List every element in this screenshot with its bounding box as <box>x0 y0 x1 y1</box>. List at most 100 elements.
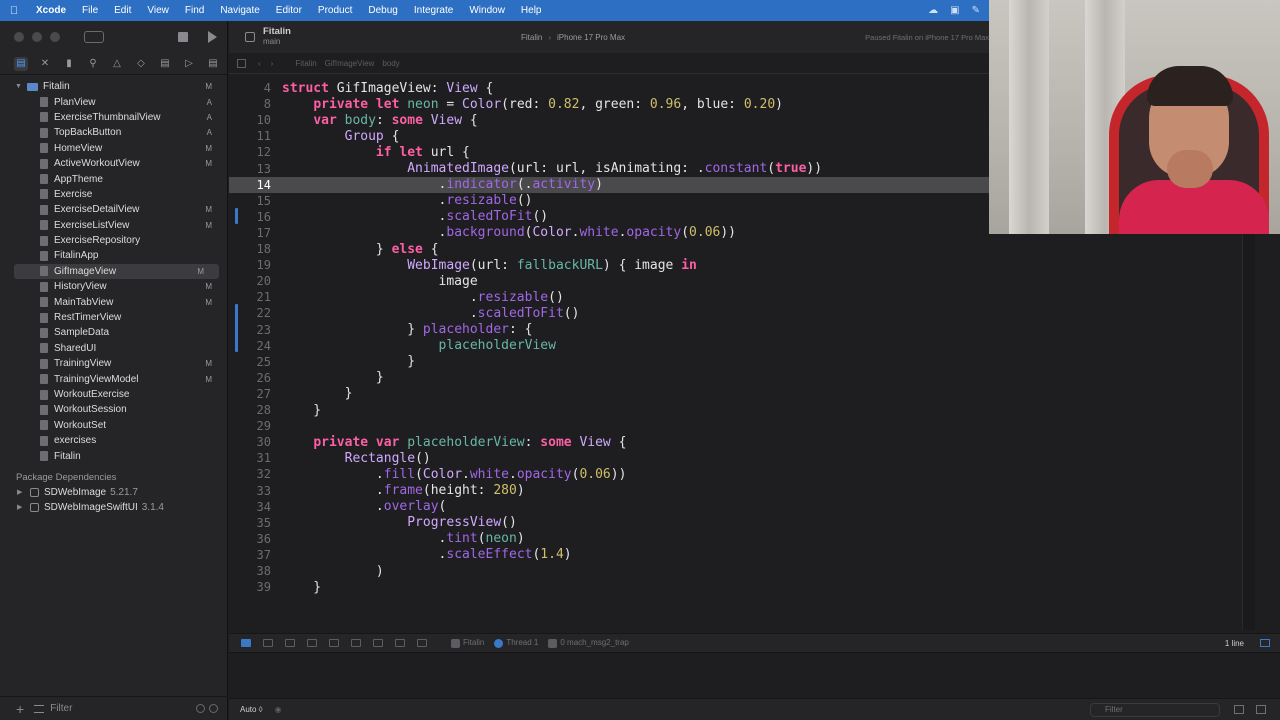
step-into-icon[interactable] <box>307 639 317 647</box>
cloud-icon[interactable]: ☁ <box>928 5 938 16</box>
code-line[interactable]: 37 .scaleEffect(1.4) <box>229 547 1255 563</box>
panel-toggle-icon[interactable] <box>1260 639 1270 647</box>
continue-icon[interactable] <box>263 639 273 647</box>
menu-integrate[interactable]: Integrate <box>406 5 461 16</box>
file-item[interactable]: AppTheme <box>0 171 227 186</box>
file-item[interactable]: FitalinApp <box>0 248 227 263</box>
left-panel-icon[interactable] <box>1234 705 1244 714</box>
code-line[interactable]: 39 } <box>229 579 1255 595</box>
breadcrumb-project[interactable]: Fitalin <box>295 59 316 68</box>
file-item[interactable]: ExerciseDetailView M <box>0 202 227 217</box>
stop-icon[interactable] <box>178 32 188 42</box>
minimize-window-button[interactable] <box>32 32 42 42</box>
code-line[interactable]: 28 } <box>229 402 1255 418</box>
code-line[interactable]: 29 <box>229 418 1255 434</box>
pen-icon[interactable]: ✎ <box>972 5 980 16</box>
folder-icon[interactable]: ▤ <box>14 56 28 71</box>
menu-product[interactable]: Product <box>310 5 360 16</box>
code-line[interactable]: 18 } else { <box>229 241 1255 257</box>
navigator-filter-input[interactable]: Filter <box>50 703 72 714</box>
code-line[interactable]: 32 .fill(Color.white.opacity(0.06)) <box>229 466 1255 482</box>
step-out-icon[interactable] <box>329 639 339 647</box>
code-line[interactable]: 20 image <box>229 273 1255 289</box>
file-item[interactable]: ExerciseRepository <box>0 233 227 248</box>
memory-graph-icon[interactable] <box>373 639 383 647</box>
test-icon[interactable]: ◇ <box>134 57 148 71</box>
file-item[interactable]: ExerciseThumbnailView A <box>0 110 227 125</box>
issue-icon[interactable]: △ <box>110 57 124 71</box>
debug-crumb-thread[interactable]: Thread 1 <box>494 638 538 648</box>
code-line[interactable]: 27 } <box>229 386 1255 402</box>
project-title[interactable]: Fitalin main <box>263 27 291 47</box>
breakpoint-icon[interactable]: ▷ <box>182 57 196 71</box>
file-item[interactable]: exercises <box>0 433 227 448</box>
debug-crumb-frame[interactable]: 0 mach_msg2_trap <box>548 638 629 648</box>
file-item[interactable]: SampleData <box>0 325 227 340</box>
report-icon[interactable]: ▤ <box>206 57 220 71</box>
menu-file[interactable]: File <box>74 5 106 16</box>
package-item[interactable]: ▶ SDWebImageSwiftUI 3.1.4 <box>0 500 227 515</box>
chevron-down-icon[interactable]: ▼ <box>15 83 25 90</box>
console-filter-input[interactable]: Filter <box>1090 702 1220 717</box>
menu-app[interactable]: Xcode <box>28 5 74 16</box>
environment-icon[interactable] <box>395 639 405 647</box>
chevron-right-icon[interactable]: ▶ <box>17 503 27 511</box>
right-panel-icon[interactable] <box>1256 705 1266 714</box>
chevron-right-icon[interactable]: ▶ <box>17 488 27 496</box>
code-line[interactable]: 26 } <box>229 370 1255 386</box>
file-item[interactable]: RestTimerView <box>0 310 227 325</box>
run-icon[interactable] <box>208 31 217 43</box>
file-item[interactable]: ActiveWorkoutView M <box>0 156 227 171</box>
variables-mode-select[interactable]: Auto ◊ <box>240 705 263 714</box>
file-item[interactable]: WorkoutSet <box>0 418 227 433</box>
code-line[interactable]: 35 ProgressView() <box>229 515 1255 531</box>
code-line[interactable]: 31 Rectangle() <box>229 450 1255 466</box>
file-item[interactable]: WorkoutExercise <box>0 387 227 402</box>
code-line[interactable]: 25 } <box>229 354 1255 370</box>
view-hierarchy-icon[interactable] <box>351 639 361 647</box>
navigation-arrows[interactable]: ‹› <box>258 59 283 68</box>
code-line[interactable]: 24 placeholderView <box>229 338 1255 354</box>
file-item[interactable]: Fitalin <box>0 448 227 463</box>
file-item[interactable]: HomeView M <box>0 141 227 156</box>
menu-view[interactable]: View <box>139 5 177 16</box>
debug-crumb-process[interactable]: Fitalin <box>451 638 484 648</box>
menu-edit[interactable]: Edit <box>106 5 139 16</box>
file-item[interactable]: SharedUI <box>0 341 227 356</box>
code-line[interactable]: 36 .tint(neon) <box>229 531 1255 547</box>
tree-root-folder[interactable]: ▼ Fitalin M <box>0 79 227 94</box>
code-line[interactable]: 23 } placeholder: { <box>229 322 1255 338</box>
scheme-selector[interactable]: Fitalin › iPhone 17 Pro Max <box>521 33 625 42</box>
file-item[interactable]: MainTabView M <box>0 294 227 309</box>
menu-debug[interactable]: Debug <box>360 5 405 16</box>
code-line[interactable]: 38 ) <box>229 563 1255 579</box>
code-line[interactable]: 30 private var placeholderView: some Vie… <box>229 434 1255 450</box>
code-line[interactable]: 34 .overlay( <box>229 499 1255 515</box>
menu-editor[interactable]: Editor <box>268 5 310 16</box>
toggle-debug-area-icon[interactable] <box>241 639 251 647</box>
code-line[interactable]: 19 WebImage(url: fallbackURL) { image in <box>229 257 1255 273</box>
file-item[interactable]: GifImageView M <box>14 263 219 280</box>
step-over-icon[interactable] <box>285 639 295 647</box>
code-line[interactable]: 22 .scaledToFit() <box>229 305 1255 321</box>
recent-files-icon[interactable] <box>196 704 205 713</box>
sidebar-toggle-icon[interactable] <box>84 31 104 43</box>
code-line[interactable]: 21 .resizable() <box>229 289 1255 305</box>
code-line[interactable]: 33 .frame(height: 280) <box>229 483 1255 499</box>
file-item[interactable]: HistoryView M <box>0 279 227 294</box>
location-icon[interactable] <box>417 639 427 647</box>
file-item[interactable]: TopBackButton A <box>0 125 227 140</box>
file-item[interactable]: ExerciseListView M <box>0 218 227 233</box>
related-items-icon[interactable] <box>237 58 246 68</box>
close-window-button[interactable] <box>14 32 24 42</box>
file-item[interactable]: PlanView A <box>0 94 227 109</box>
modified-files-icon[interactable] <box>209 704 218 713</box>
source-control-icon[interactable]: ✕ <box>38 57 52 71</box>
zoom-window-button[interactable] <box>50 32 60 42</box>
debug-icon[interactable]: ▤ <box>158 57 172 71</box>
menu-help[interactable]: Help <box>513 5 550 16</box>
eye-icon[interactable]: ◉ <box>275 705 282 714</box>
file-item[interactable]: TrainingView M <box>0 356 227 371</box>
menu-navigate[interactable]: Navigate <box>212 5 267 16</box>
apple-menu-icon[interactable]:  <box>0 5 28 17</box>
